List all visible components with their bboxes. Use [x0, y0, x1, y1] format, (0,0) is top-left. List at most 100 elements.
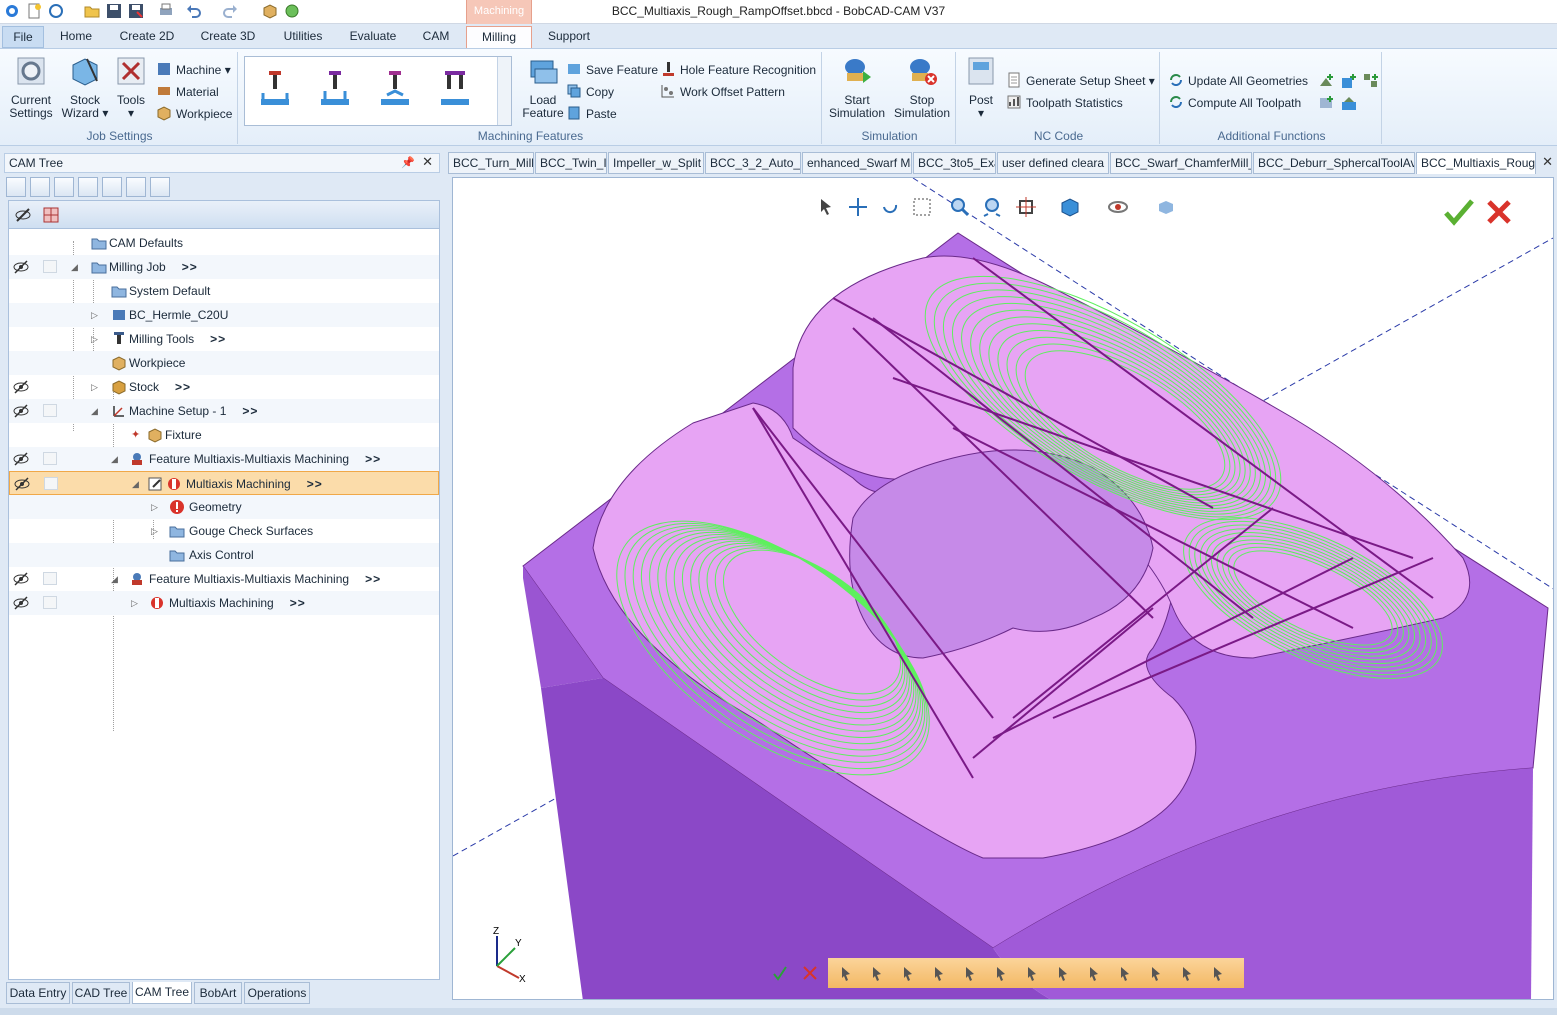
- accept-check-icon[interactable]: [1443, 198, 1475, 226]
- tree-compute-icon[interactable]: [102, 177, 122, 197]
- collapse-arrow-icon[interactable]: ◢: [132, 472, 139, 496]
- tree-row-cam-defaults[interactable]: CAM Defaults: [9, 231, 439, 255]
- doc-tab[interactable]: enhanced_Swarf Ma: [802, 152, 912, 174]
- selection-filter-icon[interactable]: [1148, 965, 1164, 981]
- shading-icon[interactable]: [1155, 196, 1177, 218]
- zoom-window-icon[interactable]: [911, 196, 933, 218]
- load-feature-button[interactable]: Load Feature: [518, 55, 568, 120]
- selection-filter-icon[interactable]: [993, 965, 1009, 981]
- tab-file[interactable]: File: [2, 26, 44, 48]
- visibility-column-icon[interactable]: [15, 207, 31, 223]
- tree-row-workpiece[interactable]: Workpiece: [9, 351, 439, 375]
- stop-simulation-button[interactable]: Stop Simulation: [890, 55, 954, 120]
- view-cube-icon[interactable]: [1059, 196, 1081, 218]
- eye-icon[interactable]: [13, 571, 29, 587]
- doc-tab-active[interactable]: BCC_Multiaxis_Rough: [1416, 152, 1536, 174]
- toolpath-statistics-button[interactable]: Toolpath Statistics: [1006, 94, 1123, 112]
- selection-filter-icon[interactable]: [1179, 965, 1195, 981]
- expand-arrow-icon[interactable]: ▷: [131, 591, 138, 615]
- expand-arrow-icon[interactable]: ▷: [151, 519, 158, 543]
- collapse-arrow-icon[interactable]: ◢: [71, 255, 78, 279]
- grid-toggle[interactable]: [43, 452, 57, 465]
- pin-icon[interactable]: 📌: [401, 154, 415, 172]
- save-feature-button[interactable]: Save Feature: [566, 61, 658, 79]
- tab-home[interactable]: Home: [50, 26, 102, 48]
- doc-tab[interactable]: BCC_3_2_Auto_R: [705, 152, 801, 174]
- doc-tab[interactable]: BCC_Swarf_ChamferMill_(: [1110, 152, 1252, 174]
- tab-cam-tree[interactable]: CAM Tree: [132, 982, 192, 1004]
- generate-setup-sheet-button[interactable]: Generate Setup Sheet ▾: [1006, 72, 1155, 90]
- tree-grid-icon[interactable]: [126, 177, 146, 197]
- selection-filter-icon[interactable]: [838, 965, 854, 981]
- tree-row-milling-job[interactable]: ◢ Milling Job >>: [9, 255, 439, 279]
- doc-tab[interactable]: BCC_Twin_Ir: [535, 152, 607, 174]
- collapse-arrow-icon[interactable]: ◢: [111, 567, 118, 591]
- grid-toggle[interactable]: [44, 477, 58, 490]
- grid-toggle[interactable]: [43, 404, 57, 417]
- tab-operations[interactable]: Operations: [244, 982, 310, 1004]
- tree-row-milling-tools[interactable]: ▷ Milling Tools >>: [9, 327, 439, 351]
- tree-row-geometry[interactable]: ▷ Geometry: [9, 495, 439, 519]
- cancel-x-icon[interactable]: [1485, 198, 1513, 226]
- select-cancel-icon[interactable]: [801, 964, 819, 982]
- mill-feature-3-icon[interactable]: [379, 71, 411, 107]
- tools-button[interactable]: Tools ▾: [112, 55, 150, 120]
- tree-settings-icon[interactable]: [150, 177, 170, 197]
- feature-gallery[interactable]: [244, 56, 512, 126]
- doc-tab[interactable]: BCC_3to5_Exa: [913, 152, 996, 174]
- copy-button[interactable]: Copy: [566, 83, 614, 101]
- mill-feature-1-icon[interactable]: [259, 71, 291, 107]
- part-model[interactable]: Z Y X: [453, 178, 1554, 1000]
- tree-remove-icon[interactable]: [54, 177, 74, 197]
- grid-toggle[interactable]: [43, 260, 57, 273]
- selection-filter-icon[interactable]: [1086, 965, 1102, 981]
- mill-feature-4-icon[interactable]: [439, 71, 471, 107]
- tree-row-gouge-check-surfaces[interactable]: ▷ Gouge Check Surfaces: [9, 519, 439, 543]
- add-operation-icon[interactable]: [1340, 72, 1358, 90]
- doc-tab[interactable]: Impeller_w_Split: [608, 152, 704, 174]
- tab-support[interactable]: Support: [540, 26, 598, 48]
- grid-toggle[interactable]: [43, 572, 57, 585]
- expand-arrow-icon[interactable]: ▷: [91, 327, 98, 351]
- expand-arrow-icon[interactable]: ▷: [91, 375, 98, 399]
- grid-column-icon[interactable]: [43, 207, 59, 223]
- hole-feature-recognition-button[interactable]: Hole Feature Recognition: [660, 61, 816, 79]
- selection-filter-icon[interactable]: [1055, 965, 1071, 981]
- tab-utilities[interactable]: Utilities: [274, 26, 332, 48]
- tree-row-axis-control[interactable]: Axis Control: [9, 543, 439, 567]
- tree-row-system-default[interactable]: System Default: [9, 279, 439, 303]
- selection-filter-icon[interactable]: [1117, 965, 1133, 981]
- close-panel-icon[interactable]: ✕: [422, 153, 433, 171]
- edit-feature-icon[interactable]: [1318, 94, 1336, 112]
- doc-tab[interactable]: BCC_Deburr_SphercalToolAvc: [1253, 152, 1415, 174]
- tree-add-icon[interactable]: [30, 177, 50, 197]
- selection-filter-icon[interactable]: [1210, 965, 1226, 981]
- current-settings-button[interactable]: Current Settings: [6, 55, 56, 120]
- tree-row-feature-multiaxis-1[interactable]: ◢ Feature Multiaxis-Multiaxis Machining >…: [9, 447, 439, 471]
- selection-filter-icon[interactable]: [900, 965, 916, 981]
- select-ok-icon[interactable]: [771, 964, 789, 982]
- collapse-arrow-icon[interactable]: ◢: [91, 399, 98, 423]
- tab-create-2d[interactable]: Create 2D: [112, 26, 182, 48]
- post-button[interactable]: Post ▾: [962, 55, 1000, 120]
- edit-operation-icon[interactable]: [1340, 94, 1358, 112]
- gallery-scrollbar[interactable]: [497, 57, 511, 125]
- workpiece-button[interactable]: Workpiece: [156, 105, 232, 123]
- tools-dropdown-icon[interactable]: ▾: [112, 107, 150, 120]
- tree-visibility-icon[interactable]: [78, 177, 98, 197]
- tree-row-multiaxis-machining-selected[interactable]: ◢ Multiaxis Machining >>: [9, 471, 439, 495]
- tree-row-multiaxis-machining-2[interactable]: ▷ Multiaxis Machining >>: [9, 591, 439, 615]
- selection-filter-icon[interactable]: [931, 965, 947, 981]
- update-all-geometries-button[interactable]: Update All Geometries: [1168, 72, 1308, 90]
- pan-icon[interactable]: [847, 196, 869, 218]
- tree-row-machine-setup[interactable]: ◢ Machine Setup - 1 >>: [9, 399, 439, 423]
- expand-arrow-icon[interactable]: ▷: [151, 495, 158, 519]
- tab-bobart[interactable]: BobArt: [194, 982, 242, 1004]
- doc-tab[interactable]: user defined cleara: [997, 152, 1109, 174]
- collapse-arrow-icon[interactable]: ◢: [111, 447, 118, 471]
- select-pointer-icon[interactable]: [815, 196, 837, 218]
- compute-all-toolpath-button[interactable]: Compute All Toolpath: [1168, 94, 1301, 112]
- tree-expand-icon[interactable]: [6, 177, 26, 197]
- visibility-icon[interactable]: [1107, 196, 1129, 218]
- eye-icon[interactable]: [13, 451, 29, 467]
